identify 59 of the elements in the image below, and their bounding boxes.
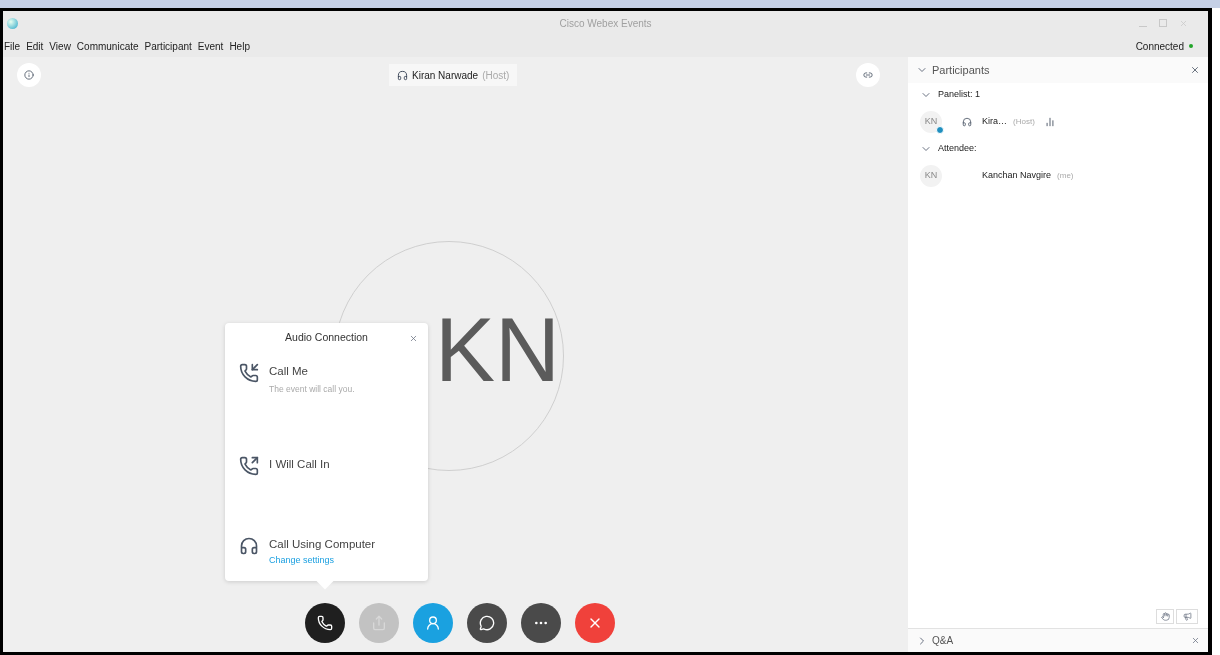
audio-option[interactable]: Call Me The event will call you.	[239, 363, 414, 396]
phone-outgoing-icon	[239, 456, 259, 477]
avatar-initials: KN	[924, 115, 938, 129]
phone-control-button[interactable]	[305, 603, 345, 643]
leave-control-button[interactable]	[575, 603, 615, 643]
phone-icon	[317, 615, 333, 631]
qa-title: Q&A	[932, 634, 954, 648]
participant-role: (me)	[1057, 170, 1074, 182]
headset-icon	[397, 69, 408, 81]
link-icon	[863, 70, 873, 80]
audio-option[interactable]: I Will Call In	[239, 456, 414, 477]
chat-control-button[interactable]	[467, 603, 507, 643]
menu-item[interactable]: Event	[197, 38, 224, 54]
host-name: Kiran Narwade	[412, 68, 479, 83]
headset-icon	[962, 117, 972, 127]
connection-status: Connected	[1135, 39, 1184, 54]
headset-icon	[239, 536, 259, 557]
phone-incoming-icon	[239, 363, 259, 383]
more-control-button[interactable]	[521, 603, 561, 643]
group-label: Panelist: 1	[938, 88, 981, 102]
close-icon[interactable]	[1190, 65, 1200, 75]
menu-item[interactable]: Edit	[26, 38, 44, 54]
group-label: Attendee:	[938, 142, 977, 156]
close-icon[interactable]	[1191, 636, 1200, 645]
participant-name: Kanchan Navgire	[982, 169, 1052, 183]
menu-item[interactable]: Communicate	[76, 38, 139, 54]
participants-control-button[interactable]	[413, 603, 453, 643]
option-label: Call Using Computer	[269, 537, 376, 553]
raise-hand-button[interactable]	[1156, 609, 1174, 624]
option-label: I Will Call In	[269, 457, 330, 473]
app-logo-icon	[7, 17, 18, 29]
person-icon	[425, 615, 441, 631]
close-icon[interactable]	[409, 334, 418, 343]
participant-row[interactable]: KN Kira… (Host)	[920, 107, 1196, 137]
hand-icon	[1160, 612, 1170, 621]
participant-role: (Host)	[1013, 116, 1035, 128]
audio-level-icon	[1044, 117, 1055, 127]
restore-button[interactable]	[1159, 18, 1167, 27]
host-role: (Host)	[482, 68, 510, 83]
option-label: Call Me	[269, 364, 309, 379]
participant-name: Kira…	[982, 115, 1007, 129]
avatar-initials: KN	[435, 305, 561, 395]
panel-title: Participants	[932, 62, 990, 78]
menu-item[interactable]: Participant	[144, 38, 192, 54]
menu-item[interactable]: View	[49, 38, 71, 54]
pop-out-button[interactable]	[856, 63, 880, 87]
window-title: Cisco Webex Events	[559, 16, 652, 31]
megaphone-icon	[1182, 612, 1192, 621]
audio-option[interactable]: Call Using Computer Change settings	[239, 536, 414, 567]
participant-row[interactable]: KN Kanchan Navgire (me)	[920, 161, 1196, 191]
chat-bubble-icon	[479, 615, 495, 631]
menu-item[interactable]: File	[4, 38, 21, 54]
dialog-title: Audio Connection	[285, 330, 368, 346]
info-icon	[24, 70, 34, 80]
menu-item[interactable]: Help	[229, 38, 250, 54]
megaphone-button[interactable]	[1176, 609, 1198, 624]
option-description: The event will call you.	[269, 383, 355, 396]
info-button[interactable]	[17, 63, 41, 87]
avatar-initials: KN	[924, 169, 938, 183]
